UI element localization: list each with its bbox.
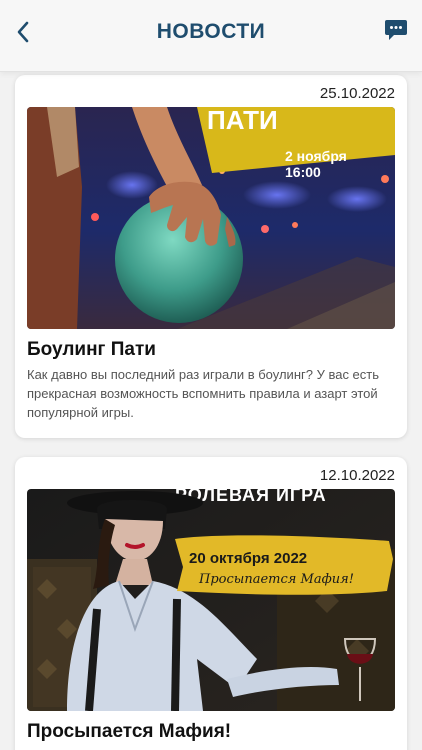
chat-button[interactable] [384, 19, 408, 41]
event-time-text: 16:00 [285, 164, 321, 180]
app-header: НОВОСТИ [0, 0, 422, 72]
news-card[interactable]: 12.10.2022 РОЛЕВАЯ ИГРА 20 октября 2022 … [15, 457, 407, 750]
news-date: 12.10.2022 [319, 467, 395, 484]
news-feed[interactable]: 25.10.2022 ПАТИ 2 ноября 16:00 Боулинг П… [0, 72, 422, 750]
news-image-bowling[interactable]: ПАТИ 2 ноября 16:00 [27, 107, 395, 329]
page-title: НОВОСТИ [156, 20, 266, 43]
news-text: Как давно вы последний раз играли в боул… [27, 367, 380, 420]
event-date-text: 2 ноября [285, 148, 347, 164]
news-date: 25.10.2022 [319, 85, 395, 102]
banner-text: ПАТИ [207, 107, 278, 135]
news-title[interactable]: Просыпается Мафия! [27, 721, 231, 743]
news-title[interactable]: Боулинг Пати [27, 339, 156, 361]
event-date-text: 20 октября 2022 [189, 550, 307, 567]
event-subtitle-text: Просыпается Мафия! [198, 572, 354, 587]
news-image-mafia[interactable]: РОЛЕВАЯ ИГРА 20 октября 2022 Просыпается… [27, 489, 395, 711]
chat-bubble-icon [385, 20, 407, 40]
news-card[interactable]: 25.10.2022 ПАТИ 2 ноября 16:00 Боулинг П… [15, 75, 407, 438]
